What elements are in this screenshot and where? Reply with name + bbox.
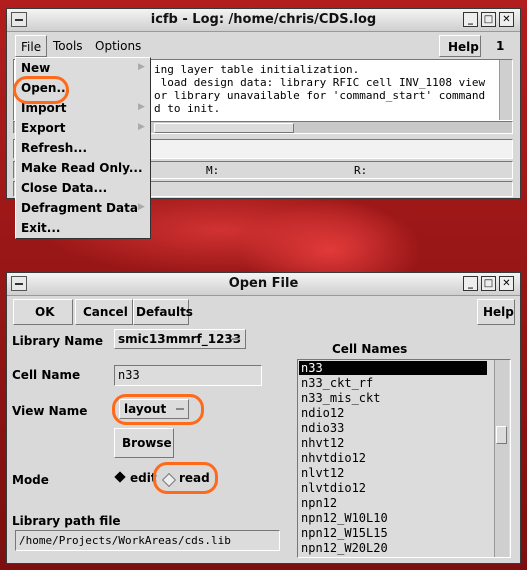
log-vertical-scrollbar[interactable] [499,60,512,120]
list-item[interactable]: n33_ckt_rf [301,376,373,390]
list-item[interactable]: ndio12 [301,406,344,420]
log-help-label: Help [448,40,479,54]
minimize-icon[interactable]: _ [463,276,478,291]
open-file-titlebar[interactable]: Open File _ □ ✕ [7,273,520,296]
view-name-label: View Name [12,404,88,418]
mode-read-annotation-circle [153,462,218,494]
log-count: 1 [496,39,505,53]
browse-button[interactable]: Browse [114,428,174,458]
log-window-title: icfb - Log: /home/chris/CDS.log [150,12,377,27]
library-path-field[interactable]: /home/Projects/WorkAreas/cds.lib [15,530,280,551]
mode-label: Mode [12,473,49,487]
browse-label: Browse [122,436,172,450]
cell-name-value: n33 [118,368,140,382]
library-path-label: Library path file [12,514,121,528]
list-item[interactable]: ndio33 [301,421,344,435]
cell-names-label: Cell Names [332,342,408,356]
ok-button[interactable]: OK [13,299,73,325]
log-help-button[interactable]: Help [439,35,481,57]
dialog-help-label: Help [483,305,514,319]
log-window-titlebar[interactable]: icfb - Log: /home/chris/CDS.log _ □ ✕ [7,9,520,32]
list-item[interactable]: nlvtdio12 [301,481,366,495]
maximize-icon[interactable]: □ [481,276,496,291]
menu-item-new[interactable]: New [21,61,50,75]
cell-names-list[interactable]: n33 n33_ckt_rf n33_mis_ckt ndio12 ndio33… [297,359,511,558]
list-item[interactable]: npn12_W20L20 [301,541,388,555]
menu-options[interactable]: Options [95,39,141,53]
list-item[interactable]: npn12_W15L15 [301,526,388,540]
close-icon[interactable]: ✕ [499,276,514,291]
open-annotation-circle [13,76,69,104]
view-name-annotation-circle [112,394,204,425]
menu-item-make-read-only[interactable]: Make Read Only... [21,161,143,175]
log-line: or library unavailable for 'command_star… [154,89,486,102]
menu-file[interactable]: File [15,35,47,57]
ok-label: OK [35,305,55,319]
menu-item-exit[interactable]: Exit... [21,221,60,235]
submenu-arrow-icon: ▶ [138,202,145,212]
list-item-selected[interactable]: n33 [301,361,323,375]
menu-file-label: File [21,40,42,54]
list-item[interactable]: nlvt12 [301,466,344,480]
library-name-value: smic13mmrf_1233 [118,332,242,346]
open-file-title: Open File [228,276,299,291]
cell-names-selection [299,361,487,375]
dialog-help-button[interactable]: Help [477,299,515,325]
cell-name-label: Cell Name [12,368,81,382]
cell-name-field[interactable]: n33 [114,365,262,386]
log-line: ing layer table initialization. [154,63,360,76]
menu-item-close-data[interactable]: Close Data... [21,181,107,195]
submenu-arrow-icon: ▶ [138,122,145,132]
submenu-arrow-icon: ▶ [138,102,145,112]
radio-selected-icon [114,471,126,483]
minimize-icon[interactable]: _ [463,12,478,27]
library-name-select[interactable]: smic13mmrf_1233 [114,329,246,349]
scrollbar-thumb[interactable] [154,123,294,133]
menu-item-refresh[interactable]: Refresh... [21,141,87,155]
menu-tools[interactable]: Tools [53,39,83,53]
cancel-label: Cancel [83,305,128,319]
defaults-label: Defaults [136,305,193,319]
list-item[interactable]: nhvt12 [301,436,344,450]
list-item[interactable]: npn12 [301,496,337,510]
maximize-icon[interactable]: □ [481,12,496,27]
mouse-r-label: R: [354,164,368,177]
submenu-arrow-icon: ▶ [138,62,145,72]
list-item[interactable]: n33_mis_ckt [301,391,380,405]
list-item[interactable]: nhvtdio12 [301,451,366,465]
log-menubar: File Tools Options Help 1 [7,33,520,59]
mouse-m-label: M: [206,164,220,177]
defaults-button[interactable]: Defaults [133,299,193,325]
cancel-button[interactable]: Cancel [75,299,133,325]
log-line: load design data: library RFIC cell INV_… [154,76,486,89]
dropdown-indicator-icon [232,338,240,340]
close-icon[interactable]: ✕ [499,12,514,27]
open-file-dialog: Open File _ □ ✕ OK Cancel Defaults Help … [6,272,521,564]
library-path-value: /home/Projects/WorkAreas/cds.lib [19,534,231,547]
library-name-label: Library Name [12,334,104,348]
cell-names-scrollbar[interactable] [494,360,509,557]
menu-item-defragment-data[interactable]: Defragment Data [21,201,138,215]
list-item[interactable]: npn12_W10L10 [301,511,388,525]
menu-item-export[interactable]: Export [21,121,65,135]
log-line: d to init. [154,102,221,115]
scrollbar-thumb[interactable] [496,426,507,444]
